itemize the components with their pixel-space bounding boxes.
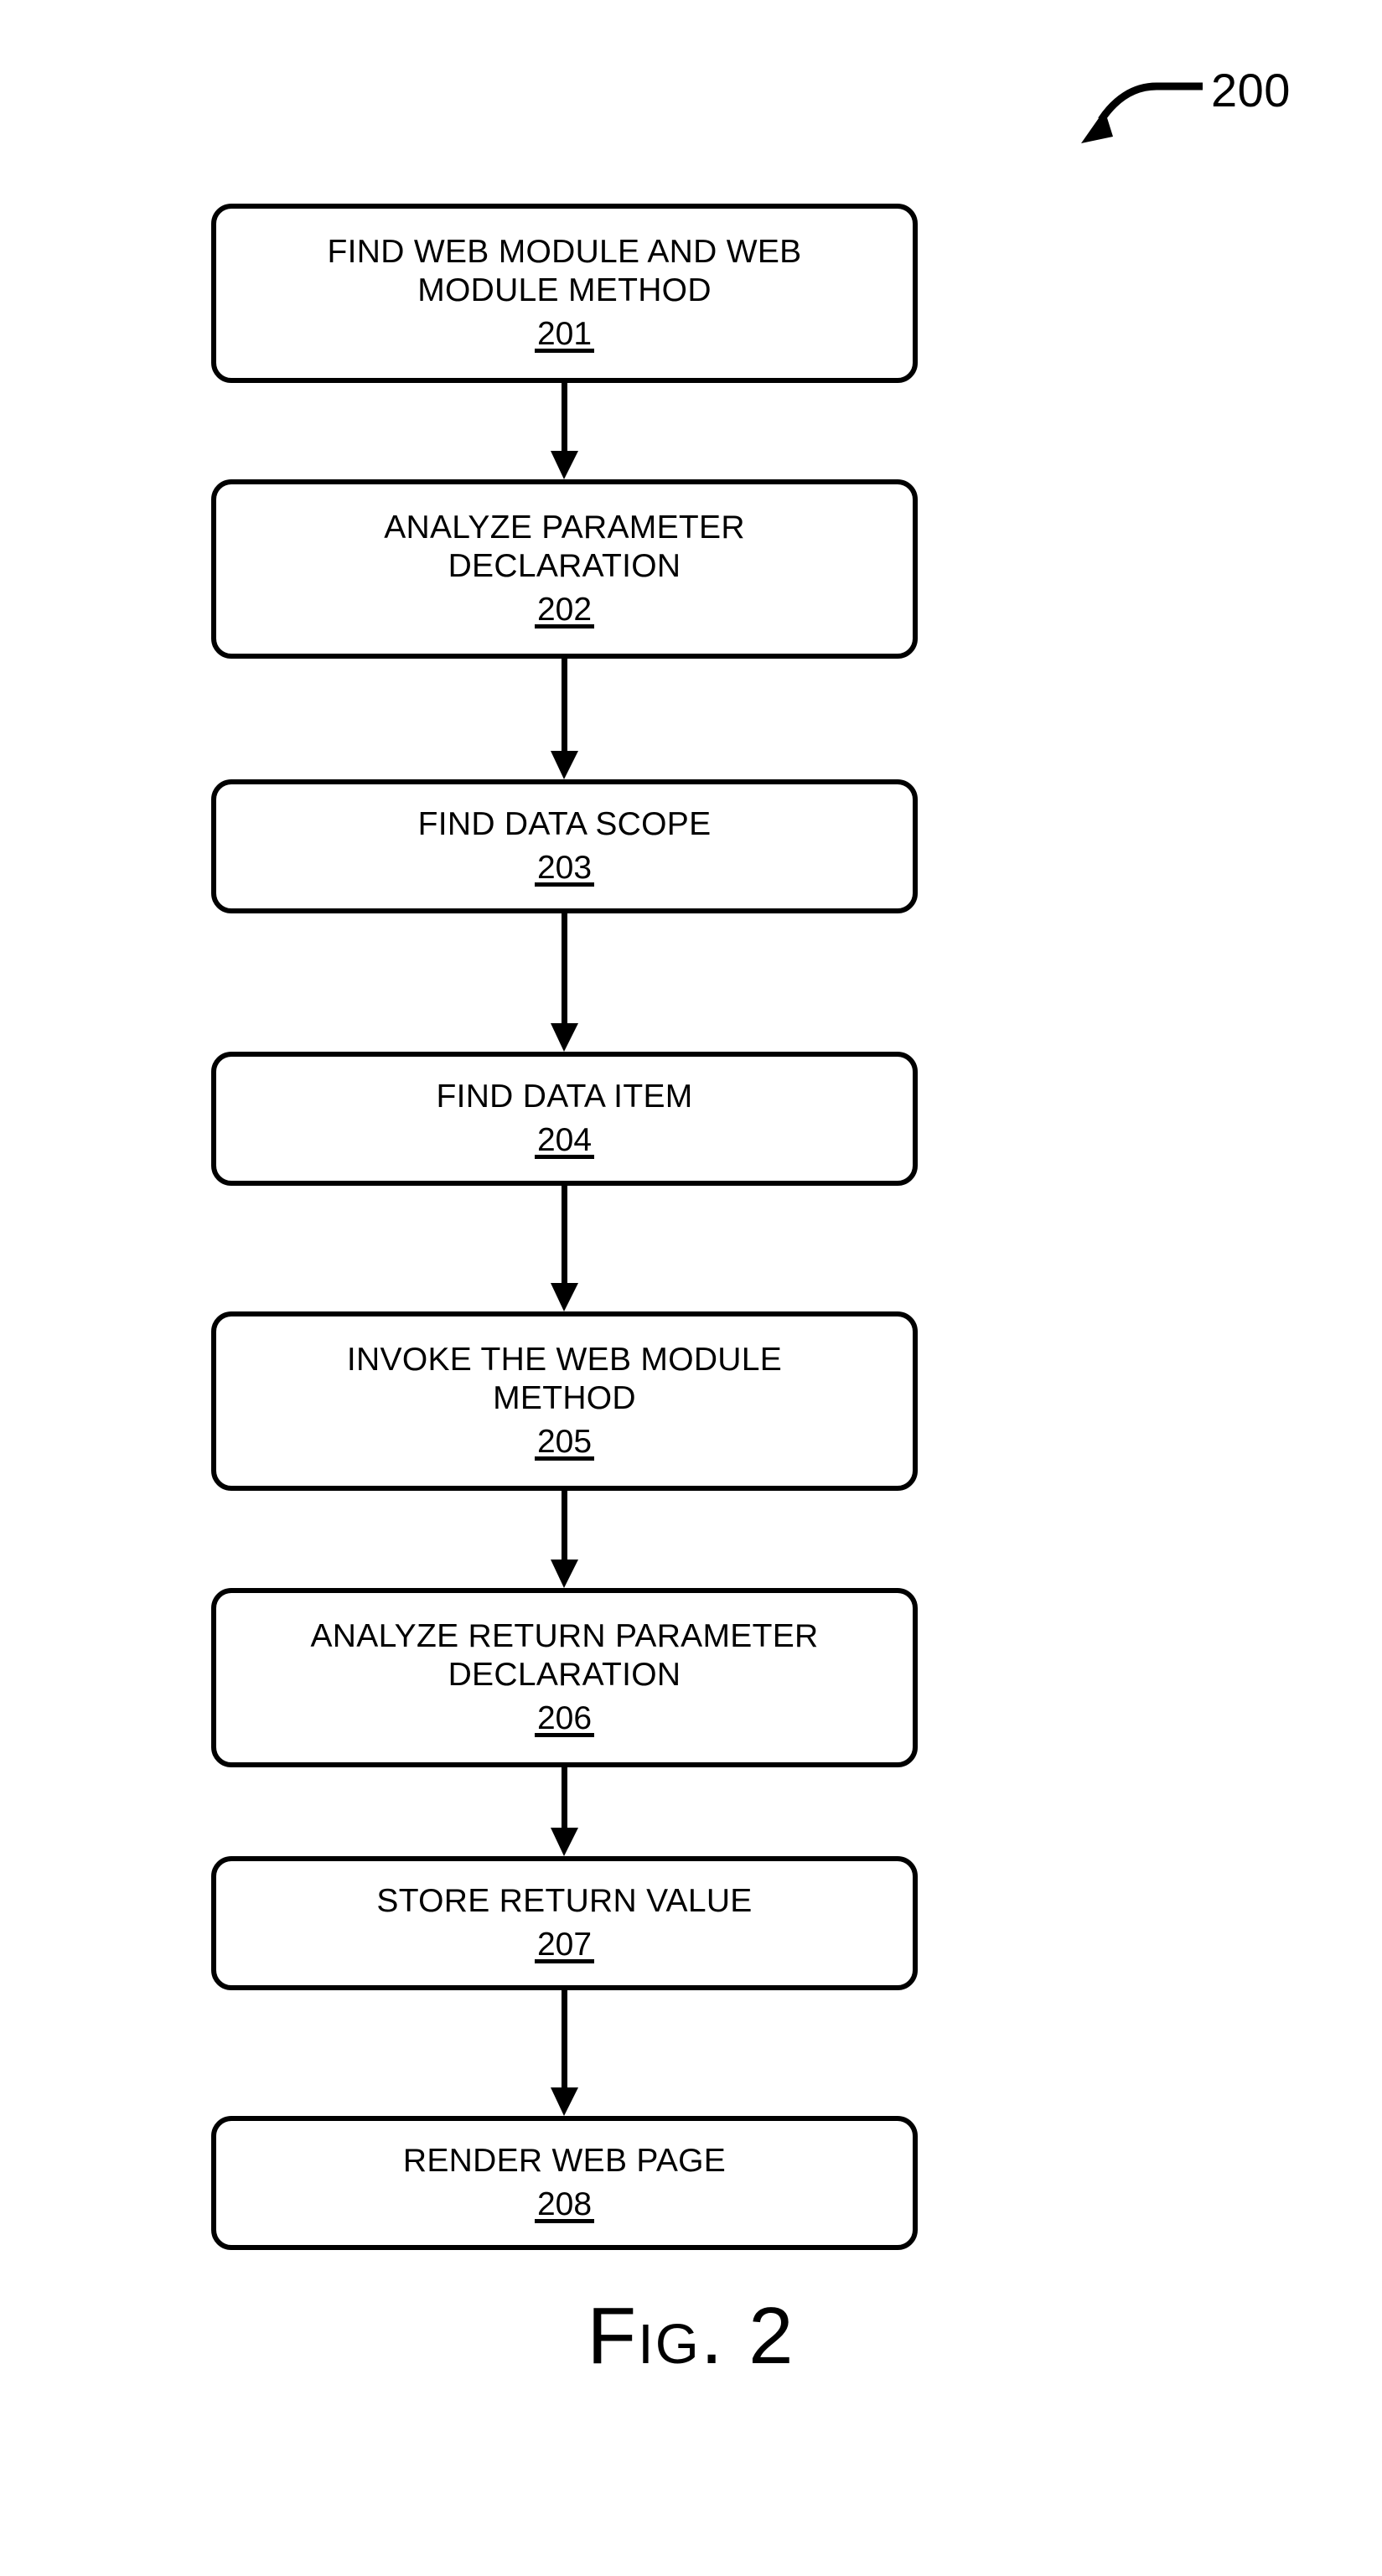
flow-step-label: FIND WEB MODULE AND WEB MODULE METHOD — [327, 234, 802, 308]
flow-step-number: 201 — [534, 315, 595, 354]
figure-caption-text: Fig. 2 — [587, 2291, 795, 2381]
flow-connector-201-202 — [551, 383, 578, 479]
flow-step-number: 208 — [534, 2185, 595, 2224]
flow-connector-202-203 — [551, 659, 578, 779]
flow-step-208: RENDER WEB PAGE 208 — [211, 2116, 918, 2250]
flow-step-label: ANALYZE PARAMETER DECLARATION — [384, 510, 745, 584]
flow-step-label: INVOKE THE WEB MODULE METHOD — [346, 1342, 783, 1416]
flow-step-205: INVOKE THE WEB MODULE METHOD 205 — [211, 1311, 918, 1491]
flow-step-201: FIND WEB MODULE AND WEB MODULE METHOD 20… — [211, 204, 918, 383]
flow-connector-204-205 — [551, 1186, 578, 1311]
flow-step-number: 207 — [534, 1926, 595, 1964]
flow-step-number: 203 — [534, 849, 595, 887]
flow-step-number: 202 — [534, 591, 595, 629]
flow-step-203: FIND DATA SCOPE 203 — [211, 779, 918, 913]
flow-step-label: STORE RETURN VALUE — [376, 1883, 753, 1919]
flow-step-label: FIND DATA SCOPE — [417, 806, 712, 842]
flow-step-number: 206 — [534, 1699, 595, 1738]
figure-reference-callout: 200 — [1064, 63, 1341, 180]
flow-connector-206-207 — [551, 1767, 578, 1856]
flow-step-202: ANALYZE PARAMETER DECLARATION 202 — [211, 479, 918, 659]
flow-connector-203-204 — [551, 913, 578, 1052]
figure-reference-number: 200 — [1211, 64, 1291, 116]
flow-step-207: STORE RETURN VALUE 207 — [211, 1856, 918, 1990]
flow-step-number: 205 — [534, 1423, 595, 1461]
flow-step-label: ANALYZE RETURN PARAMETER DECLARATION — [310, 1618, 819, 1693]
curved-arrow-icon — [1081, 82, 1203, 143]
patent-figure-page: 200 FIND WEB MODULE AND WEB MODULE METHO… — [0, 0, 1382, 2576]
flow-step-number: 204 — [534, 1121, 595, 1160]
flow-step-206: ANALYZE RETURN PARAMETER DECLARATION 206 — [211, 1588, 918, 1767]
figure-caption: Fig. 2 — [0, 2296, 1382, 2377]
flow-step-label: RENDER WEB PAGE — [402, 2143, 727, 2179]
flow-connector-207-208 — [551, 1990, 578, 2116]
flow-step-label: FIND DATA ITEM — [436, 1079, 693, 1115]
flow-connector-205-206 — [551, 1491, 578, 1588]
flow-step-204: FIND DATA ITEM 204 — [211, 1052, 918, 1186]
